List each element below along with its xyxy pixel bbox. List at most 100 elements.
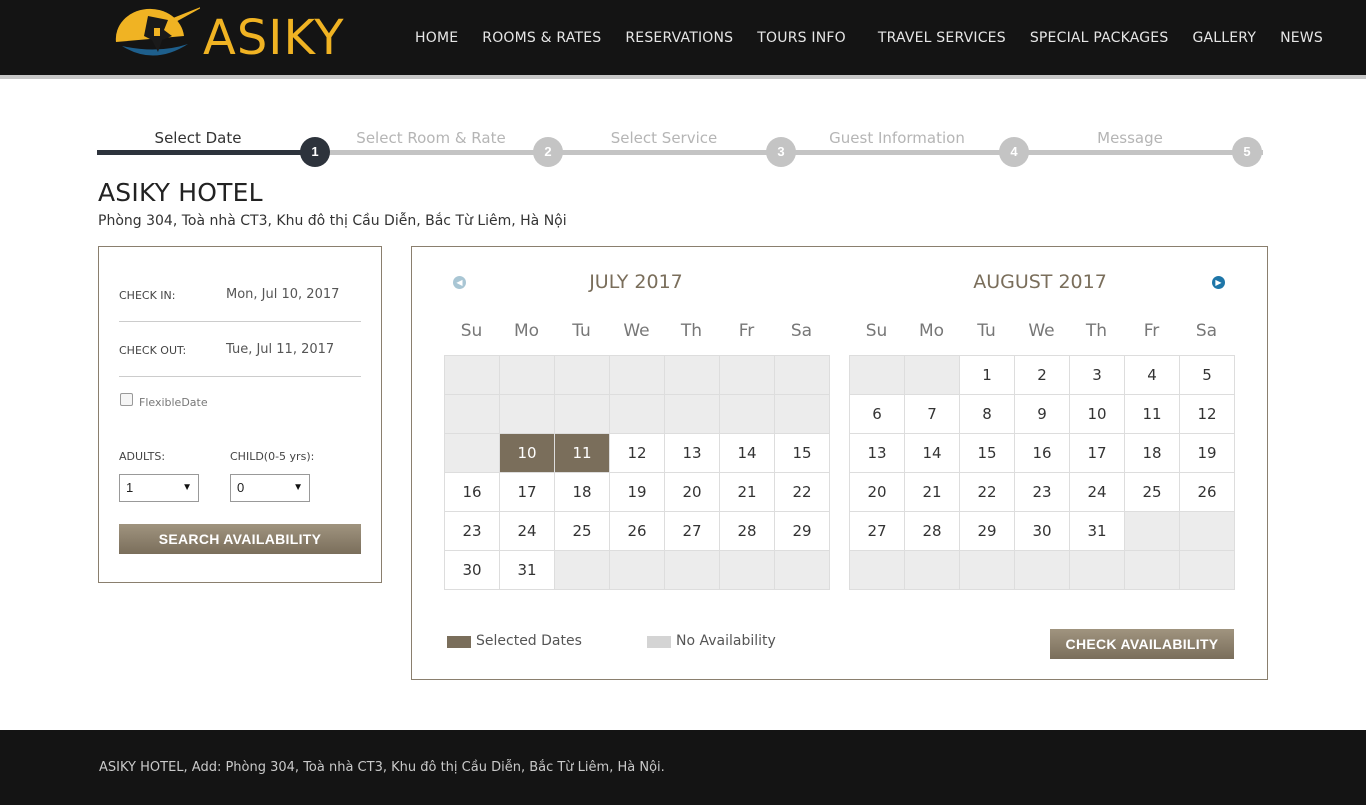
calendar-day[interactable]: 27 bbox=[665, 512, 719, 550]
nav-tours-info[interactable]: TOURS INFO bbox=[757, 30, 846, 46]
calendar-day[interactable]: 28 bbox=[905, 512, 959, 550]
calendar-day[interactable]: 18 bbox=[1125, 434, 1179, 472]
search-availability-button[interactable]: SEARCH AVAILABILITY bbox=[119, 524, 361, 554]
step-label-select-date[interactable]: Select Date bbox=[98, 129, 298, 147]
calendar-day[interactable]: 8 bbox=[960, 395, 1014, 433]
calendar-day[interactable]: 29 bbox=[960, 512, 1014, 550]
step-circle-2[interactable]: 2 bbox=[533, 137, 563, 167]
calendar-day[interactable]: 25 bbox=[555, 512, 609, 550]
calendar-day[interactable]: 26 bbox=[1180, 473, 1234, 511]
calendar-day[interactable]: 25 bbox=[1125, 473, 1179, 511]
nav-travel-services[interactable]: TRAVEL SERVICES bbox=[878, 30, 1006, 46]
check-in-value[interactable]: Mon, Jul 10, 2017 bbox=[226, 287, 339, 302]
nav-reservations[interactable]: RESERVATIONS bbox=[625, 30, 733, 46]
footer: ASIKY HOTEL, Add: Phòng 304, Toà nhà CT3… bbox=[0, 730, 1366, 805]
calendar-day[interactable]: 4 bbox=[1125, 356, 1179, 394]
calendar-day[interactable]: 2 bbox=[1015, 356, 1069, 394]
calendar-day[interactable]: 15 bbox=[960, 434, 1014, 472]
calendar-day[interactable]: 6 bbox=[850, 395, 904, 433]
calendar-day[interactable]: 1 bbox=[960, 356, 1014, 394]
calendar-empty-cell bbox=[1125, 512, 1179, 550]
legend-selected-label: Selected Dates bbox=[476, 633, 582, 649]
divider bbox=[119, 321, 361, 322]
calendar-day[interactable]: 10 bbox=[500, 434, 554, 472]
calendar-day[interactable]: 17 bbox=[1070, 434, 1124, 472]
calendar-day[interactable]: 11 bbox=[1125, 395, 1179, 433]
calendar-day[interactable]: 18 bbox=[555, 473, 609, 511]
day-of-week-label: Sa bbox=[1195, 321, 1218, 341]
calendar-day[interactable]: 16 bbox=[445, 473, 499, 511]
step-circle-1[interactable]: 1 bbox=[300, 137, 330, 167]
calendar-empty-cell bbox=[500, 395, 554, 433]
legend-unavailable-label: No Availability bbox=[676, 633, 776, 649]
calendar-day[interactable]: 19 bbox=[1180, 434, 1234, 472]
calendar-day[interactable]: 13 bbox=[665, 434, 719, 472]
calendar-day[interactable]: 21 bbox=[720, 473, 774, 511]
calendar-empty-cell bbox=[1015, 551, 1069, 589]
check-availability-button[interactable]: CHECK AVAILABILITY bbox=[1050, 629, 1234, 659]
calendar-day[interactable]: 30 bbox=[1015, 512, 1069, 550]
prev-month-icon[interactable]: ◀ bbox=[453, 276, 466, 289]
calendar-day[interactable]: 22 bbox=[960, 473, 1014, 511]
calendar-day[interactable]: 21 bbox=[905, 473, 959, 511]
next-month-icon[interactable]: ▶ bbox=[1212, 276, 1225, 289]
calendar-day[interactable]: 19 bbox=[610, 473, 664, 511]
child-label: CHILD(0-5 yrs): bbox=[230, 450, 315, 463]
calendar-day[interactable]: 16 bbox=[1015, 434, 1069, 472]
step-circle-3[interactable]: 3 bbox=[766, 137, 796, 167]
step-circle-5[interactable]: 5 bbox=[1232, 137, 1262, 167]
calendar-day[interactable]: 31 bbox=[1070, 512, 1124, 550]
calendar-day[interactable]: 24 bbox=[500, 512, 554, 550]
legend-selected-swatch bbox=[447, 636, 471, 648]
flexible-date-checkbox[interactable] bbox=[120, 393, 133, 406]
calendar-day[interactable]: 30 bbox=[445, 551, 499, 589]
calendar-day[interactable]: 14 bbox=[720, 434, 774, 472]
calendar-day[interactable]: 12 bbox=[610, 434, 664, 472]
calendar-day[interactable]: 14 bbox=[905, 434, 959, 472]
calendar-day[interactable]: 29 bbox=[775, 512, 829, 550]
legend-unavailable-swatch bbox=[647, 636, 671, 648]
calendar-day[interactable]: 26 bbox=[610, 512, 664, 550]
step-label-select-service[interactable]: Select Service bbox=[564, 129, 764, 147]
nav-news[interactable]: NEWS bbox=[1280, 30, 1323, 46]
check-out-label: CHECK OUT: bbox=[119, 344, 187, 357]
step-label-guest-information[interactable]: Guest Information bbox=[797, 129, 997, 147]
calendar-day[interactable]: 20 bbox=[665, 473, 719, 511]
calendar-day[interactable]: 9 bbox=[1015, 395, 1069, 433]
calendar-day[interactable]: 11 bbox=[555, 434, 609, 472]
calendar-grid-august: 1 2 3 4 5 6 7 8 9 10 11 12 13 14 15 16 17 18 19 20 21 22 23 24 2… bbox=[849, 355, 1235, 590]
step-circle-4[interactable]: 4 bbox=[999, 137, 1029, 167]
calendar-empty-cell bbox=[905, 356, 959, 394]
calendar-day[interactable]: 12 bbox=[1180, 395, 1234, 433]
calendar-day[interactable]: 15 bbox=[775, 434, 829, 472]
calendar-day[interactable]: 27 bbox=[850, 512, 904, 550]
calendar-day[interactable]: 5 bbox=[1180, 356, 1234, 394]
day-of-week-label: Tu bbox=[977, 321, 996, 341]
calendar-day[interactable]: 24 bbox=[1070, 473, 1124, 511]
calendar-day[interactable]: 28 bbox=[720, 512, 774, 550]
nav-gallery[interactable]: GALLERY bbox=[1192, 30, 1256, 46]
step-label-select-room-rate[interactable]: Select Room & Rate bbox=[331, 129, 531, 147]
step-label-message[interactable]: Message bbox=[1030, 129, 1230, 147]
calendar-day[interactable]: 17 bbox=[500, 473, 554, 511]
calendar-day[interactable]: 7 bbox=[905, 395, 959, 433]
calendar-day[interactable]: 23 bbox=[1015, 473, 1069, 511]
adults-select[interactable]: 1 ▼ bbox=[119, 474, 199, 502]
calendar-day[interactable]: 3 bbox=[1070, 356, 1124, 394]
calendar-day[interactable]: 31 bbox=[500, 551, 554, 589]
day-of-week-label: Tu bbox=[572, 321, 591, 341]
nav-rooms-rates[interactable]: ROOMS & RATES bbox=[482, 30, 601, 46]
hotel-address: Phòng 304, Toà nhà CT3, Khu đô thị Cầu D… bbox=[98, 213, 567, 229]
flexible-date-label: FlexibleDate bbox=[139, 396, 208, 409]
nav-home[interactable]: HOME bbox=[415, 30, 458, 46]
calendar-day[interactable]: 10 bbox=[1070, 395, 1124, 433]
nav-special-packages[interactable]: SPECIAL PACKAGES bbox=[1030, 30, 1169, 46]
logo[interactable]: ASIKY bbox=[108, 0, 368, 75]
check-out-value[interactable]: Tue, Jul 11, 2017 bbox=[226, 342, 334, 357]
calendar-day[interactable]: 23 bbox=[445, 512, 499, 550]
calendar-day[interactable]: 20 bbox=[850, 473, 904, 511]
calendar-day[interactable]: 13 bbox=[850, 434, 904, 472]
child-select[interactable]: 0 ▼ bbox=[230, 474, 310, 502]
child-select-value: 0 bbox=[237, 480, 245, 495]
calendar-day[interactable]: 22 bbox=[775, 473, 829, 511]
